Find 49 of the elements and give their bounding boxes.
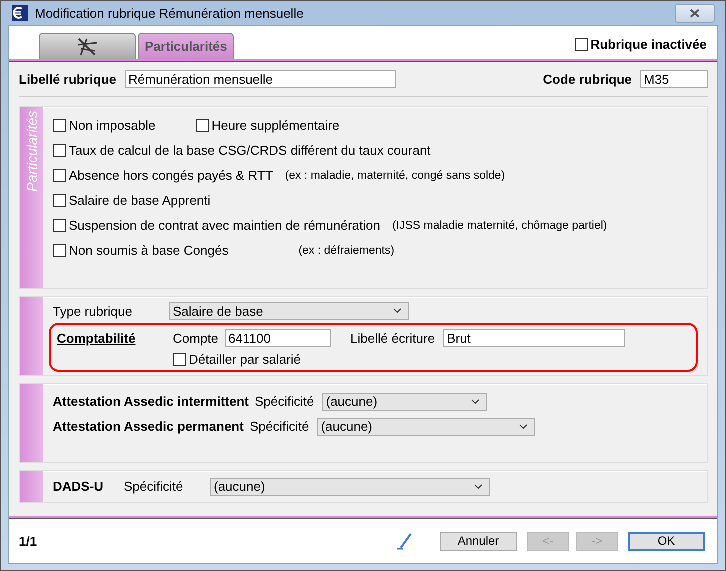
option-checkbox[interactable]: Non imposable [53, 118, 156, 133]
specificite-dropdown[interactable]: (aucune) [322, 392, 488, 410]
panel-title: Particularités [24, 111, 40, 192]
footer-button[interactable]: Annuler [440, 532, 517, 550]
field-label: Attestation Assedic permanent [53, 419, 244, 434]
field-label: Code rubrique [543, 72, 632, 86]
specificite-dropdown[interactable]: (aucune) [317, 418, 536, 436]
window-title: Modification rubrique Rémunération mensuelle [35, 6, 304, 20]
close-icon [690, 8, 700, 18]
type-dropdown[interactable]: Salaire de base [169, 302, 409, 320]
libelle-ecriture-field[interactable]: Brut [443, 329, 626, 347]
checkbox[interactable] [173, 353, 186, 366]
compte-field[interactable]: 641100 [224, 329, 331, 347]
option-note: (ex : maladie, maternité, congé sans solde) [285, 170, 506, 182]
option-note: (IJSS maladie maternité, chômage partiel) [392, 220, 608, 232]
field-label: Libellé écriture [350, 330, 436, 346]
specificite-dropdown[interactable]: (aucune) [210, 478, 490, 496]
checkbox[interactable] [53, 169, 66, 182]
field-label: Type rubrique [53, 304, 134, 318]
checkbox[interactable] [53, 219, 66, 232]
field-label: Compte [173, 330, 219, 346]
checkbox[interactable] [53, 244, 66, 257]
icon-tab[interactable] [39, 33, 136, 59]
field-label: Attestation Assedic intermittent [53, 394, 249, 409]
field-label: Spécificité [124, 479, 184, 494]
chevron-down-icon [474, 484, 483, 490]
libelle-field[interactable]: Rémunération mensuelle [124, 70, 396, 88]
app-icon [12, 5, 28, 21]
footer-button[interactable]: OK [628, 532, 705, 550]
close-button[interactable] [675, 4, 715, 22]
option-note: (ex : défraiements) [298, 244, 395, 256]
chevron-down-icon [393, 308, 402, 314]
chevron-down-icon [471, 398, 480, 404]
field-label: DADS-U [53, 479, 105, 494]
chevron-down-icon [519, 424, 528, 430]
panel-strip [20, 471, 43, 502]
field-label: Spécificité [255, 394, 314, 409]
checkbox[interactable] [53, 144, 66, 157]
code-field[interactable]: M35 [640, 70, 708, 88]
checkbox[interactable] [53, 119, 66, 132]
field-label: Spécificité [250, 419, 310, 434]
checkbox[interactable] [574, 38, 588, 51]
checkbox[interactable] [53, 194, 66, 207]
field-label: Libellé rubrique [19, 72, 117, 86]
checkbox-label: Non imposable [69, 118, 156, 133]
section-label: Comptabilité [57, 330, 137, 346]
checkbox[interactable] [196, 119, 209, 132]
page-counter: 1/1 [19, 534, 38, 548]
pen-icon[interactable] [396, 532, 414, 550]
